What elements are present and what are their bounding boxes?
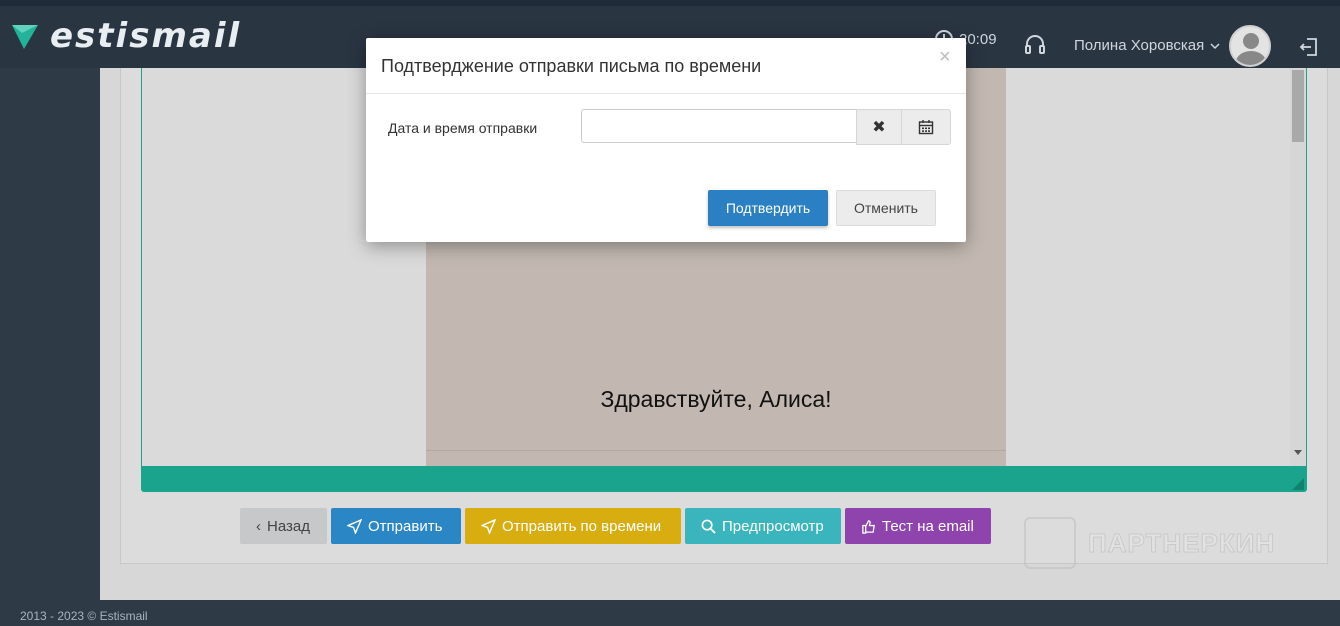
paper-plane-icon xyxy=(481,518,496,534)
chevron-down-icon xyxy=(1210,42,1220,49)
preview-button[interactable]: Предпросмотр xyxy=(685,508,841,544)
search-icon xyxy=(701,519,716,534)
test-email-button[interactable]: Тест на email xyxy=(845,508,991,544)
calendar-button[interactable] xyxy=(901,109,951,145)
send-label: Отправить xyxy=(368,517,443,535)
resize-grip-icon[interactable] xyxy=(1292,478,1304,490)
thumbs-up-icon xyxy=(862,519,875,534)
datetime-label: Дата и время отправки xyxy=(388,120,538,136)
editor-status-bar xyxy=(141,466,1307,492)
cancel-button[interactable]: Отменить xyxy=(836,190,936,226)
scroll-down-arrow-icon[interactable] xyxy=(1294,450,1302,455)
close-icon[interactable]: × xyxy=(939,46,951,69)
email-divider xyxy=(426,450,1006,451)
clear-datetime-button[interactable]: ✖ xyxy=(856,109,902,145)
paper-plane-icon xyxy=(347,518,362,534)
watermark-logo-icon xyxy=(1024,517,1076,569)
calendar-icon xyxy=(918,120,934,135)
schedule-send-modal: Подтверджение отправки письма по времени… xyxy=(366,38,966,242)
back-label: Назад xyxy=(267,517,310,535)
confirm-button[interactable]: Подтвердить xyxy=(708,190,828,226)
send-timed-label: Отправить по времени xyxy=(502,517,662,535)
modal-header: Подтверджение отправки письма по времени… xyxy=(366,38,966,94)
logo-text: estismail xyxy=(50,16,242,56)
clear-icon: ✖ xyxy=(872,119,886,136)
logo[interactable]: estismail xyxy=(10,16,241,56)
watermark: ПАРТНЕРКИН xyxy=(1024,517,1275,569)
email-greeting[interactable]: Здравствуйте, Алиса! xyxy=(426,386,1006,413)
preview-label: Предпросмотр xyxy=(722,517,824,535)
logo-mark-icon xyxy=(10,21,40,51)
sidebar xyxy=(0,68,100,600)
headset-icon[interactable] xyxy=(1024,34,1046,56)
back-button[interactable]: ‹ Назад xyxy=(240,508,327,544)
datetime-input[interactable] xyxy=(581,109,857,143)
watermark-text: ПАРТНЕРКИН xyxy=(1087,527,1276,558)
logout-icon[interactable] xyxy=(1298,36,1320,58)
test-email-label: Тест на email xyxy=(882,517,974,535)
action-buttons: ‹ Назад Отправить Отправить по времени П… xyxy=(240,508,991,544)
user-name: Полина Хоровская xyxy=(1074,37,1205,54)
send-timed-button[interactable]: Отправить по времени xyxy=(465,508,681,544)
avatar[interactable] xyxy=(1229,25,1271,67)
modal-title: Подтверджение отправки письма по времени xyxy=(381,56,762,76)
editor-scroll-thumb[interactable] xyxy=(1292,70,1304,142)
copyright: 2013 - 2023 © Estismail xyxy=(20,609,148,623)
send-button[interactable]: Отправить xyxy=(331,508,461,544)
chevron-left-icon: ‹ xyxy=(256,517,261,535)
user-menu[interactable]: Полина Хоровская xyxy=(1074,37,1220,54)
footer: 2013 - 2023 © Estismail xyxy=(0,600,1340,626)
